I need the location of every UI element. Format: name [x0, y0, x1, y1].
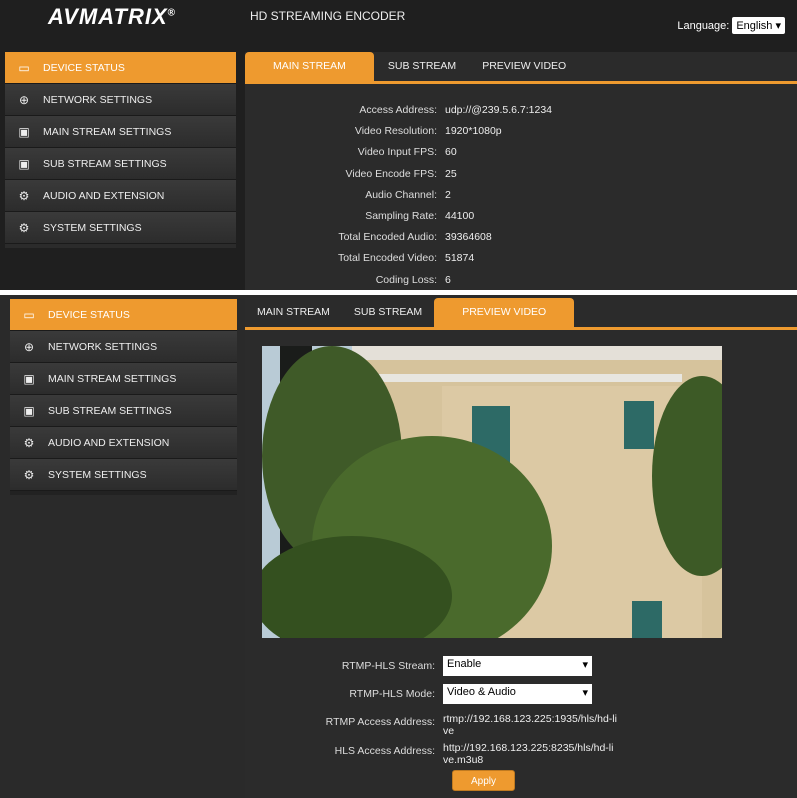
hls-address-label: HLS Access Address: — [334, 745, 435, 757]
rtmp-address-label: RTMP Access Address: — [325, 716, 435, 728]
rtmp-hls-mode-row: RTMP-HLS Mode: Video & Audio ▾ — [250, 684, 650, 704]
tab-main-stream[interactable]: MAIN STREAM — [245, 52, 374, 81]
status-row: Video Encode FPS: 25 — [245, 168, 457, 180]
gear-dots-icon: ⚙ — [23, 435, 35, 450]
stream-icon: ▣ — [23, 371, 35, 386]
status-value: 51874 — [445, 252, 475, 265]
app-title: HD STREAMING ENCODER — [250, 9, 406, 23]
status-row: Total Encoded Video: 51874 — [245, 252, 474, 264]
status-label: Total Encoded Audio: — [338, 231, 437, 244]
sidebar-item-audio-extension[interactable]: ⚙ AUDIO AND EXTENSION — [5, 180, 236, 212]
rtmp-hls-stream-label: RTMP-HLS Stream: — [341, 660, 435, 672]
status-value: 2 — [445, 188, 451, 201]
language-label: Language: — [677, 19, 730, 32]
monitor-icon: ▭ — [18, 60, 30, 75]
rtmp-hls-mode-label: RTMP-HLS Mode: — [349, 688, 435, 700]
preview-video — [262, 346, 722, 638]
status-label: Sampling Rate: — [365, 210, 437, 222]
status-row: Sampling Rate: 44100 — [245, 210, 474, 222]
sidebar-item-device-status[interactable]: ▭ DEVICE STATUS — [5, 52, 236, 84]
status-value: 6 — [445, 273, 451, 286]
rtmp-hls-mode-select[interactable]: Video & Audio ▾ — [443, 684, 592, 704]
status-row: Coding Loss: 6 — [245, 274, 451, 286]
dropdown-arrow-icon: ▾ — [582, 659, 588, 671]
language-select[interactable]: English ▾ — [732, 17, 785, 34]
rtmp-hls-stream-row: RTMP-HLS Stream: Enable ▾ — [250, 656, 650, 676]
stream-icon: ▣ — [23, 403, 35, 418]
rtmp-address-value: rtmp://192.168.123.225:1935/hls/hd-live — [443, 713, 617, 737]
gear-icon: ⚙ — [23, 467, 35, 482]
sidebar-item-device-status[interactable]: ▭ DEVICE STATUS — [10, 299, 237, 331]
gear-icon: ⚙ — [18, 220, 30, 235]
sidebar-item-network-settings[interactable]: ⊕ NETWORK SETTINGS — [10, 331, 237, 363]
stream-icon: ▣ — [18, 156, 30, 171]
stream-icon: ▣ — [18, 124, 30, 139]
tab-bar: MAIN STREAM SUB STREAM PREVIEW VIDEO — [245, 52, 797, 84]
status-value: 25 — [445, 167, 457, 180]
sidebar-item-system-settings[interactable]: ⚙ SYSTEM SETTINGS — [10, 459, 237, 491]
status-row: Total Encoded Audio: 39364608 — [245, 231, 492, 244]
language-selector[interactable]: Language: English ▾ — [677, 17, 785, 34]
status-label: Audio Channel: — [365, 188, 437, 201]
status-label: Video Input FPS: — [357, 146, 437, 159]
sidebar-item-sub-stream-settings[interactable]: ▣ SUB STREAM SETTINGS — [10, 395, 237, 427]
rtmp-address-row: RTMP Access Address: rtmp://192.168.123.… — [250, 713, 650, 737]
sidebar: ▭ DEVICE STATUS ⊕ NETWORK SETTINGS ▣ MAIN S… — [5, 52, 236, 248]
tab-preview-video[interactable]: PREVIEW VIDEO — [434, 298, 575, 327]
status-row: Audio Channel: 2 — [245, 189, 451, 201]
tab-sub-stream[interactable]: SUB STREAM — [374, 52, 470, 81]
sidebar: ▭ DEVICE STATUS ⊕ NETWORK SETTINGS ▣ MAIN S… — [10, 299, 237, 495]
sidebar-item-audio-extension[interactable]: ⚙ AUDIO AND EXTENSION — [10, 427, 237, 459]
tab-bar: MAIN STREAM SUB STREAM PREVIEW VIDEO — [245, 298, 797, 330]
rtmp-hls-stream-select[interactable]: Enable ▾ — [443, 656, 592, 676]
status-row: Video Resolution: 1920*1080p — [245, 125, 502, 137]
hls-address-value: http://192.168.123.225:8235/hls/hd-live.… — [443, 742, 614, 766]
status-label: Total Encoded Video: — [337, 252, 437, 265]
status-value: udp://@239.5.6.7:1234 — [445, 104, 552, 116]
tab-sub-stream[interactable]: SUB STREAM — [342, 298, 434, 327]
apply-button[interactable]: Apply — [452, 770, 515, 791]
sidebar-item-sub-stream-settings[interactable]: ▣ SUB STREAM SETTINGS — [5, 148, 236, 180]
status-row: Video Input FPS: 60 — [245, 146, 457, 158]
hls-address-row: HLS Access Address: http://192.168.123.2… — [250, 742, 650, 766]
status-label: Access Address: — [359, 104, 437, 116]
monitor-icon: ▭ — [23, 307, 35, 322]
sidebar-item-main-stream-settings[interactable]: ▣ MAIN STREAM SETTINGS — [5, 116, 236, 148]
sidebar-item-system-settings[interactable]: ⚙ SYSTEM SETTINGS — [5, 212, 236, 244]
status-value: 39364608 — [445, 231, 492, 244]
status-value: 60 — [445, 146, 457, 159]
globe-icon: ⊕ — [23, 339, 35, 354]
status-value: 1920*1080p — [445, 125, 502, 138]
dropdown-arrow-icon: ▾ — [582, 687, 588, 699]
status-label: Video Encode FPS: — [345, 167, 437, 180]
tab-preview-video[interactable]: PREVIEW VIDEO — [470, 52, 578, 81]
sidebar-item-network-settings[interactable]: ⊕ NETWORK SETTINGS — [5, 84, 236, 116]
status-value: 44100 — [445, 210, 475, 222]
tab-main-stream[interactable]: MAIN STREAM — [245, 298, 342, 327]
status-label: Coding Loss: — [375, 273, 437, 286]
status-label: Video Resolution: — [354, 125, 437, 138]
gear-dots-icon: ⚙ — [18, 188, 30, 203]
logo: AVMATRIX® — [48, 4, 176, 29]
globe-icon: ⊕ — [18, 92, 30, 107]
status-row: Access Address: udp://@239.5.6.7:1234 — [245, 104, 552, 116]
sidebar-item-main-stream-settings[interactable]: ▣ MAIN STREAM SETTINGS — [10, 363, 237, 395]
top-screenshot-panel: AVMATRIX® HD STREAMING ENCODER Language:… — [0, 0, 797, 290]
